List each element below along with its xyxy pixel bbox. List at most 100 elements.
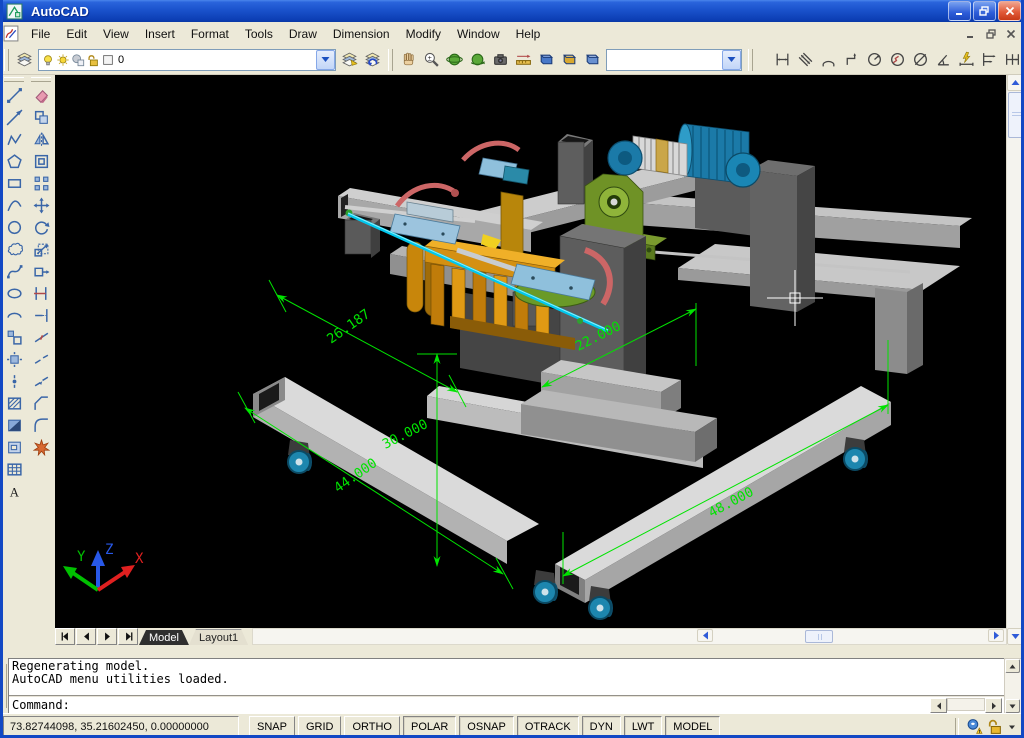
scroll-up-button[interactable] — [1007, 74, 1024, 91]
menu-file[interactable]: File — [23, 24, 58, 44]
toolbar-grip[interactable] — [388, 49, 393, 71]
menu-edit[interactable]: Edit — [58, 24, 95, 44]
mdi-minimize-button[interactable] — [962, 26, 980, 42]
stretch-button[interactable] — [29, 260, 53, 282]
menu-format[interactable]: Format — [183, 24, 237, 44]
scroll-left-button[interactable] — [697, 629, 713, 642]
cmd-scroll-up-button[interactable] — [1005, 659, 1020, 673]
break-button[interactable] — [29, 348, 53, 370]
vertical-scroll-thumb[interactable] — [1008, 92, 1024, 138]
toolbar-grip[interactable] — [4, 49, 9, 71]
polyline-button[interactable] — [2, 128, 26, 150]
rotate-button[interactable] — [29, 216, 53, 238]
arc-button[interactable] — [2, 194, 26, 216]
spline-button[interactable] — [2, 260, 26, 282]
dim-baseline-button[interactable] — [978, 48, 1001, 72]
region-button[interactable] — [2, 436, 26, 458]
toolbar-lock-icon[interactable] — [986, 718, 1003, 735]
coordinate-readout[interactable]: 73.82744098, 35.21602450, 0.00000000 — [3, 716, 239, 737]
explode-button[interactable] — [29, 436, 53, 458]
menu-dimension[interactable]: Dimension — [325, 24, 398, 44]
viewport-vertical-scrollbar[interactable] — [1006, 74, 1024, 645]
array-button[interactable] — [29, 172, 53, 194]
offset-button[interactable] — [29, 150, 53, 172]
status-toggle-ortho[interactable]: ORTHO — [344, 716, 400, 737]
cmd-scroll-down-button[interactable] — [1005, 699, 1020, 713]
table-button[interactable] — [2, 458, 26, 480]
command-window-grip[interactable] — [0, 658, 8, 714]
menu-tools[interactable]: Tools — [237, 24, 281, 44]
zoom-realtime-button[interactable]: ± — [420, 48, 443, 72]
view-box-button[interactable] — [558, 48, 581, 72]
line-button[interactable] — [2, 84, 26, 106]
status-toggle-snap[interactable]: SNAP — [249, 716, 295, 737]
make-object-layer-current-button[interactable] — [338, 48, 361, 72]
walk-and-fly-button[interactable] — [512, 48, 535, 72]
cmd-scroll-right-button[interactable] — [985, 698, 1002, 713]
mdi-restore-button[interactable] — [982, 26, 1000, 42]
rectangle-button[interactable] — [2, 172, 26, 194]
status-toggle-otrack[interactable]: OTRACK — [517, 716, 579, 737]
pan-realtime-button[interactable] — [397, 48, 420, 72]
circle-button[interactable] — [2, 216, 26, 238]
copy-button[interactable] — [29, 106, 53, 128]
chamfer-button[interactable] — [29, 392, 53, 414]
layer-properties-manager-button[interactable] — [13, 48, 36, 72]
dim-diameter-button[interactable] — [909, 48, 932, 72]
revision-cloud-button[interactable] — [2, 238, 26, 260]
gradient-button[interactable] — [2, 414, 26, 436]
multiline-text-button[interactable]: A — [2, 480, 26, 502]
command-vertical-scrollbar[interactable] — [1004, 658, 1023, 714]
tray-menu-arrow-icon[interactable] — [1006, 721, 1018, 733]
command-text-area[interactable]: Regenerating model. AutoCAD menu utiliti… — [8, 658, 1004, 714]
point-button[interactable] — [2, 370, 26, 392]
fillet-button[interactable] — [29, 414, 53, 436]
break-at-point-button[interactable] — [29, 326, 53, 348]
construction-line-button[interactable] — [2, 106, 26, 128]
dim-ordinate-button[interactable] — [840, 48, 863, 72]
move-button[interactable] — [29, 194, 53, 216]
status-toggle-osnap[interactable]: OSNAP — [459, 716, 514, 737]
cmd-scroll-track[interactable] — [947, 698, 985, 711]
status-toggle-grid[interactable]: GRID — [298, 716, 342, 737]
toolbar-grip[interactable] — [4, 77, 24, 82]
menu-draw[interactable]: Draw — [281, 24, 325, 44]
drawing-viewport[interactable]: 26.187 22.000 30.000 44.000 48.000 Z Y X — [55, 74, 1007, 628]
mdi-close-button[interactable] — [1002, 26, 1020, 42]
dim-jogged-button[interactable] — [886, 48, 909, 72]
toolbar-grip[interactable] — [748, 49, 753, 71]
visual-styles-button[interactable] — [581, 48, 604, 72]
join-button[interactable] — [29, 370, 53, 392]
restore-button[interactable] — [973, 1, 996, 21]
named-views-button[interactable] — [535, 48, 558, 72]
status-toggle-polar[interactable]: POLAR — [403, 716, 456, 737]
status-toggle-dyn[interactable]: DYN — [582, 716, 621, 737]
scale-button[interactable] — [29, 238, 53, 260]
command-prompt-row[interactable]: Command: — [9, 697, 1004, 713]
tab-nav-last-button[interactable] — [118, 628, 138, 645]
communication-center-icon[interactable] — [965, 718, 983, 735]
quick-dimension-button[interactable] — [955, 48, 978, 72]
free-orbit-button[interactable] — [466, 48, 489, 72]
tab-nav-next-button[interactable] — [97, 628, 117, 645]
menu-insert[interactable]: Insert — [137, 24, 183, 44]
menu-window[interactable]: Window — [449, 24, 508, 44]
polygon-button[interactable] — [2, 150, 26, 172]
adjust-camera-button[interactable] — [489, 48, 512, 72]
trim-button[interactable] — [29, 282, 53, 304]
insert-block-button[interactable] — [2, 326, 26, 348]
scroll-down-button[interactable] — [1007, 628, 1024, 645]
tab-nav-first-button[interactable] — [55, 628, 75, 645]
tab-nav-previous-button[interactable] — [76, 628, 96, 645]
cmd-scroll-left-button[interactable] — [930, 698, 947, 713]
make-block-button[interactable] — [2, 348, 26, 370]
view-dropdown-arrow[interactable] — [722, 50, 741, 70]
status-toggle-model[interactable]: MODEL — [665, 716, 720, 737]
named-view-dropdown[interactable] — [606, 49, 742, 71]
viewport-horizontal-scrollbar[interactable] — [252, 628, 1007, 645]
scroll-right-button[interactable] — [988, 629, 1004, 642]
layer-dropdown-arrow[interactable] — [316, 50, 335, 70]
close-button[interactable] — [998, 1, 1021, 21]
ellipse-button[interactable] — [2, 282, 26, 304]
dim-linear-button[interactable] — [771, 48, 794, 72]
